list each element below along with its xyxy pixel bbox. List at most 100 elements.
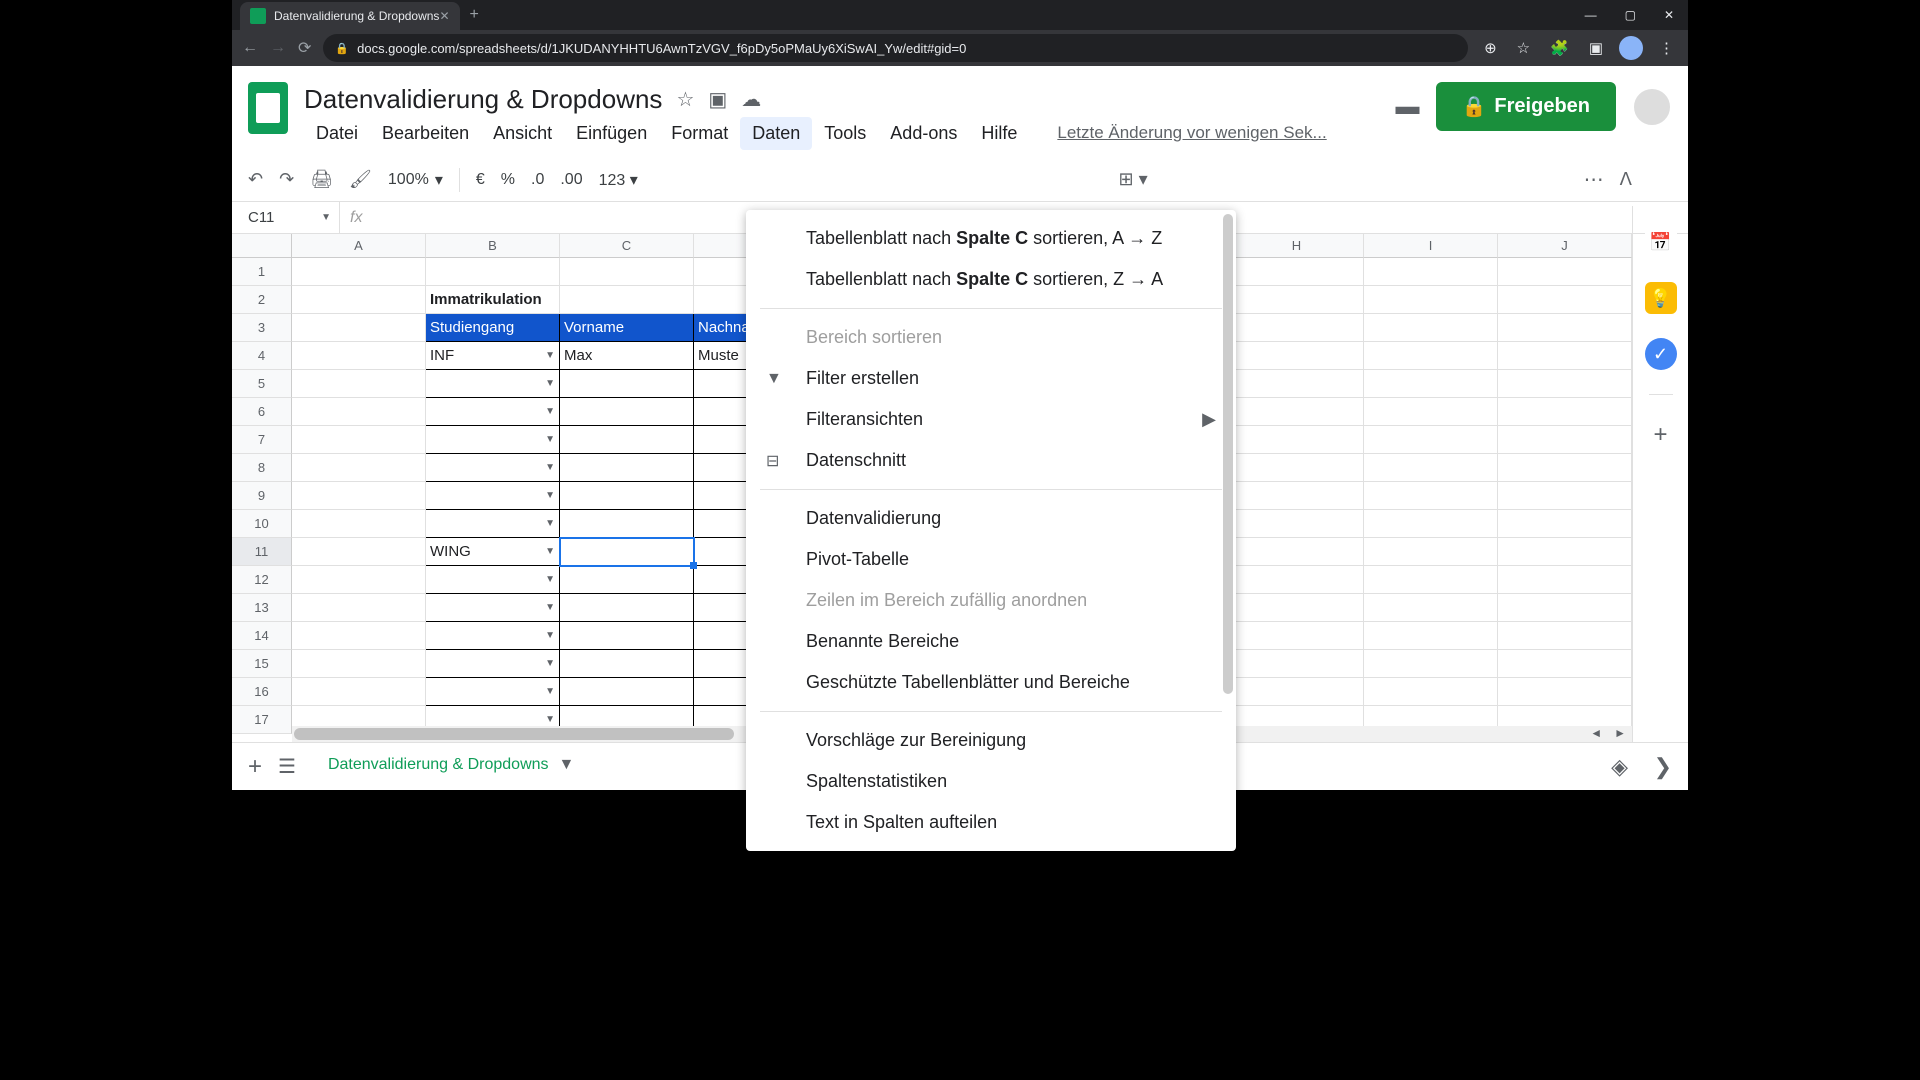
dropdown-arrow-icon[interactable]: ▼ [545, 630, 555, 641]
row-header[interactable]: 8 [232, 454, 292, 482]
cell[interactable]: ▼ [426, 678, 560, 706]
row-header[interactable]: 10 [232, 510, 292, 538]
move-icon[interactable]: ▣ [708, 87, 727, 112]
format-select[interactable]: 123 ▾ [599, 170, 638, 190]
row-header[interactable]: 4 [232, 342, 292, 370]
redo-icon[interactable]: ↷ [279, 169, 294, 190]
cell[interactable] [1498, 594, 1632, 622]
cell[interactable] [292, 454, 426, 482]
cell[interactable] [292, 370, 426, 398]
explore-icon[interactable]: ◈ [1611, 754, 1628, 780]
cell[interactable] [1364, 314, 1498, 342]
close-tab-icon[interactable]: ✕ [439, 9, 449, 23]
cell[interactable] [560, 622, 694, 650]
dropdown-arrow-icon[interactable]: ▼ [545, 490, 555, 501]
cell[interactable] [1364, 258, 1498, 286]
column-header[interactable]: J [1498, 234, 1632, 258]
cell[interactable] [1230, 286, 1364, 314]
cell[interactable] [292, 314, 426, 342]
menu-hilfe[interactable]: Hilfe [969, 117, 1029, 150]
cell[interactable] [292, 566, 426, 594]
menu-format[interactable]: Format [659, 117, 740, 150]
zoom-select[interactable]: 100% ▾ [388, 170, 443, 190]
cloud-icon[interactable]: ☁ [741, 87, 761, 112]
cell[interactable] [292, 258, 426, 286]
cell[interactable]: ▼ [426, 426, 560, 454]
menu-datei[interactable]: Datei [304, 117, 370, 150]
reload-icon[interactable]: ⟳ [298, 38, 311, 58]
menu-item[interactable]: Tabellenblatt nach Spalte C sortieren, Z… [746, 259, 1236, 300]
dropdown-arrow-icon[interactable]: ▼ [545, 518, 555, 529]
cell[interactable]: ▼ [426, 566, 560, 594]
decrease-decimal-button[interactable]: .0 [531, 171, 544, 189]
maximize-icon[interactable]: ▢ [1611, 8, 1650, 22]
cell[interactable] [1230, 678, 1364, 706]
cell[interactable] [1498, 342, 1632, 370]
more-tools-icon[interactable]: ⋯ [1584, 167, 1604, 192]
print-icon[interactable]: 🖨 [310, 169, 333, 190]
cell[interactable] [292, 594, 426, 622]
cell[interactable] [1364, 678, 1498, 706]
cell[interactable] [1364, 370, 1498, 398]
url-input[interactable]: 🔒 docs.google.com/spreadsheets/d/1JKUDAN… [323, 34, 1468, 62]
cell[interactable] [1364, 426, 1498, 454]
cell[interactable] [1230, 258, 1364, 286]
minimize-icon[interactable]: ― [1571, 8, 1611, 22]
cell[interactable] [560, 594, 694, 622]
dropdown-arrow-icon[interactable]: ▼ [545, 350, 555, 361]
row-header[interactable]: 11 [232, 538, 292, 566]
dropdown-arrow-icon[interactable]: ▼ [545, 658, 555, 669]
cell[interactable] [560, 258, 694, 286]
cell[interactable] [1230, 538, 1364, 566]
cell[interactable]: INF▼ [426, 342, 560, 370]
cell[interactable] [1230, 650, 1364, 678]
row-header[interactable]: 5 [232, 370, 292, 398]
name-box[interactable]: C11 ▼ [240, 202, 340, 233]
currency-button[interactable]: € [476, 171, 485, 189]
cell[interactable]: ▼ [426, 594, 560, 622]
star-icon[interactable]: ☆ [676, 87, 694, 112]
cell[interactable] [1364, 398, 1498, 426]
menu-item[interactable]: ⊟Datenschnitt [746, 440, 1236, 481]
cell[interactable] [1498, 426, 1632, 454]
cell[interactable] [292, 426, 426, 454]
cell[interactable] [292, 650, 426, 678]
comments-icon[interactable]: ▬ [1396, 93, 1420, 121]
show-side-panel-icon[interactable]: ❯ [1654, 754, 1672, 780]
dropdown-arrow-icon[interactable]: ▼ [545, 546, 555, 557]
row-header[interactable]: 7 [232, 426, 292, 454]
increase-decimal-button[interactable]: .00 [560, 171, 582, 189]
sheet-tab[interactable]: Datenvalidierung & Dropdowns ▼ [312, 748, 590, 785]
add-sheet-button[interactable]: + [248, 753, 262, 781]
cell[interactable] [1364, 622, 1498, 650]
row-header[interactable]: 15 [232, 650, 292, 678]
row-header[interactable]: 14 [232, 622, 292, 650]
keep-icon[interactable]: 💡 [1645, 282, 1677, 314]
row-header[interactable]: 17 [232, 706, 292, 734]
column-header[interactable]: H [1230, 234, 1364, 258]
cell[interactable] [292, 622, 426, 650]
row-header[interactable]: 16 [232, 678, 292, 706]
menu-item[interactable]: Pivot-Tabelle [746, 539, 1236, 580]
cell[interactable]: ▼ [426, 650, 560, 678]
cell[interactable] [560, 566, 694, 594]
last-modified[interactable]: Letzte Änderung vor wenigen Sek... [1045, 117, 1338, 150]
menu-item[interactable]: Tabellenblatt nach Spalte C sortieren, A… [746, 218, 1236, 259]
cell[interactable] [1364, 510, 1498, 538]
cell[interactable] [426, 258, 560, 286]
scroll-right-icon[interactable]: ► [1608, 724, 1632, 742]
cell[interactable] [1498, 482, 1632, 510]
profile-avatar[interactable] [1619, 36, 1643, 60]
cell[interactable] [1498, 678, 1632, 706]
cell[interactable] [1230, 594, 1364, 622]
cell[interactable] [1498, 510, 1632, 538]
cell[interactable] [1364, 566, 1498, 594]
menu-item[interactable]: Filteransichten▶ [746, 399, 1236, 440]
cell[interactable] [560, 482, 694, 510]
cell[interactable] [1230, 482, 1364, 510]
star-icon[interactable]: ☆ [1513, 39, 1534, 57]
row-header[interactable]: 12 [232, 566, 292, 594]
add-addon-icon[interactable]: + [1645, 419, 1677, 451]
cell[interactable] [1498, 650, 1632, 678]
menu-ansicht[interactable]: Ansicht [481, 117, 564, 150]
